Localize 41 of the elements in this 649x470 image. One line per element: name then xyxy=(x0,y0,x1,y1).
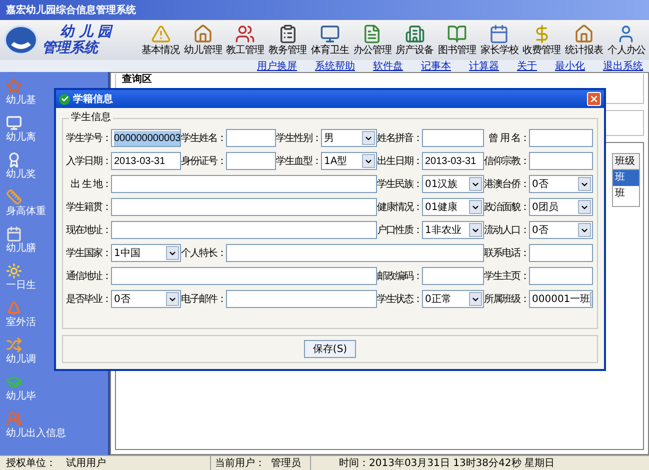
status-value: 试用用户 xyxy=(66,456,106,470)
field-label: 姓名拼音： xyxy=(377,132,422,146)
field-label: 学生状态： xyxy=(377,292,422,306)
column-header: 班级 xyxy=(613,154,639,170)
field-label: 港澳台侨： xyxy=(484,178,529,192)
status-value: 管理员 xyxy=(271,456,301,470)
field-label: 现在地址： xyxy=(66,224,111,238)
field-label: 健康情况： xyxy=(377,200,422,214)
logo-subtitle: 管理系统 xyxy=(42,40,101,56)
field-label: 所属班级： xyxy=(484,292,529,306)
group-title: 学生信息 xyxy=(69,112,113,124)
field-label: 通信地址： xyxy=(66,270,111,284)
field-label: 出生日期： xyxy=(377,154,422,168)
window-title: 嘉宏幼儿园综合信息管理系统 xyxy=(6,4,136,18)
field-label: 入学日期： xyxy=(66,154,111,168)
field-label: 学生血型： xyxy=(276,154,321,168)
field-label: 电子邮件： xyxy=(181,292,226,306)
status-label: 授权单位： xyxy=(6,456,56,470)
field-label: 个人特长： xyxy=(181,246,226,260)
field-label: 流动人口： xyxy=(484,224,529,238)
field-label: 出 生 地： xyxy=(70,178,111,192)
status-label: 当前用户： xyxy=(215,456,265,470)
logo-title: 幼 儿 园 xyxy=(59,24,112,40)
field-label: 邮政编码： xyxy=(377,270,422,284)
field-label: 学生民族： xyxy=(377,178,422,192)
field-label: 户口性质： xyxy=(377,224,422,238)
field-label: 学生主页： xyxy=(484,270,529,284)
field-label: 学生姓名： xyxy=(181,132,226,146)
dialog-title: 学籍信息 xyxy=(73,92,114,106)
field-label: 信仰宗教： xyxy=(484,154,529,168)
field-label: 学生国家： xyxy=(66,246,111,260)
field-label: 政治面貌： xyxy=(484,200,529,214)
status-time: 时间：2013年03月31日 13时38分42秒 星期日 xyxy=(339,458,554,468)
field-label: 学生性别： xyxy=(276,132,321,146)
field-label: 学生学号： xyxy=(66,132,111,146)
field-label: 联系电话： xyxy=(484,246,529,260)
group-title: 查询区 xyxy=(122,74,153,85)
field-label: 身份证号： xyxy=(181,154,226,168)
field-label: 曾 用 名： xyxy=(488,132,529,146)
field-label: 学生籍贯： xyxy=(66,200,111,214)
field-label: 是否毕业： xyxy=(66,292,111,306)
